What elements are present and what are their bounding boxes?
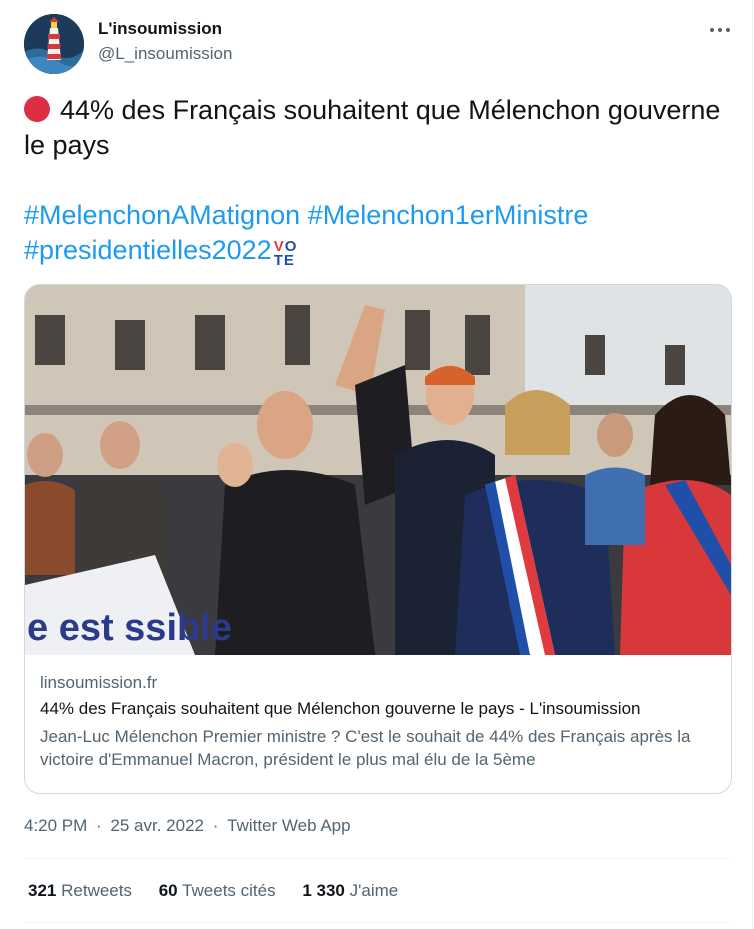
likes-stat[interactable]: 1 330 J'aime	[302, 881, 398, 901]
card-description: Jean-Luc Mélenchon Premier ministre ? C'…	[40, 727, 691, 769]
retweets-label: Retweets	[61, 881, 132, 900]
tweet-stats: 321 Retweets 60 Tweets cités 1 330 J'aim…	[28, 881, 420, 901]
card-title: 44% des Français souhaitent que Mélencho…	[40, 699, 641, 718]
author-name[interactable]: L'insoumission	[98, 19, 222, 39]
retweets-count: 321	[28, 881, 57, 900]
banner-text: e est ssible	[27, 607, 232, 649]
hashtags: #MelenchonAMatignon #Melenchon1erMinistr…	[24, 198, 724, 268]
author-handle[interactable]: @L_insoumission	[98, 44, 232, 64]
quotes-label: Tweets cités	[182, 881, 276, 900]
divider	[24, 922, 730, 923]
likes-count: 1 330	[302, 881, 345, 900]
tweet-time[interactable]: 4:20 PM	[24, 816, 87, 835]
hashtag-link[interactable]: #presidentielles2022	[24, 235, 272, 265]
tweet-meta: 4:20 PM · 25 avr. 2022 · Twitter Web App	[24, 816, 351, 835]
lighthouse-icon	[24, 14, 84, 74]
retweets-stat[interactable]: 321 Retweets	[28, 881, 132, 901]
quotes-stat[interactable]: 60 Tweets cités	[159, 881, 276, 901]
link-card[interactable]: e est ssible linsoumission.fr 44% des Fr…	[24, 284, 732, 794]
tweet-date[interactable]: 25 avr. 2022	[110, 816, 204, 835]
avatar[interactable]	[24, 14, 84, 74]
tweet-container: L'insoumission @L_insoumission 44% des F…	[0, 0, 753, 929]
likes-label: J'aime	[349, 881, 399, 900]
red-circle-icon	[24, 96, 50, 122]
quotes-count: 60	[158, 881, 178, 900]
vote-icon: VO TE	[273, 238, 298, 269]
card-domain: linsoumission.fr	[40, 673, 158, 692]
card-info: linsoumission.fr 44% des Français souhai…	[40, 673, 720, 771]
more-icon[interactable]	[706, 18, 734, 42]
hashtag-link[interactable]: #Melenchon1erMinistre	[308, 200, 589, 230]
card-image: e est ssible	[25, 285, 731, 655]
tweet-source-app[interactable]: Twitter Web App	[227, 816, 350, 835]
divider	[24, 858, 730, 859]
tweet-text: 44% des Français souhaitent que Mélencho…	[24, 93, 724, 163]
tweet-body: 44% des Français souhaitent que Mélencho…	[24, 95, 721, 160]
hashtag-link[interactable]: #MelenchonAMatignon	[24, 200, 300, 230]
